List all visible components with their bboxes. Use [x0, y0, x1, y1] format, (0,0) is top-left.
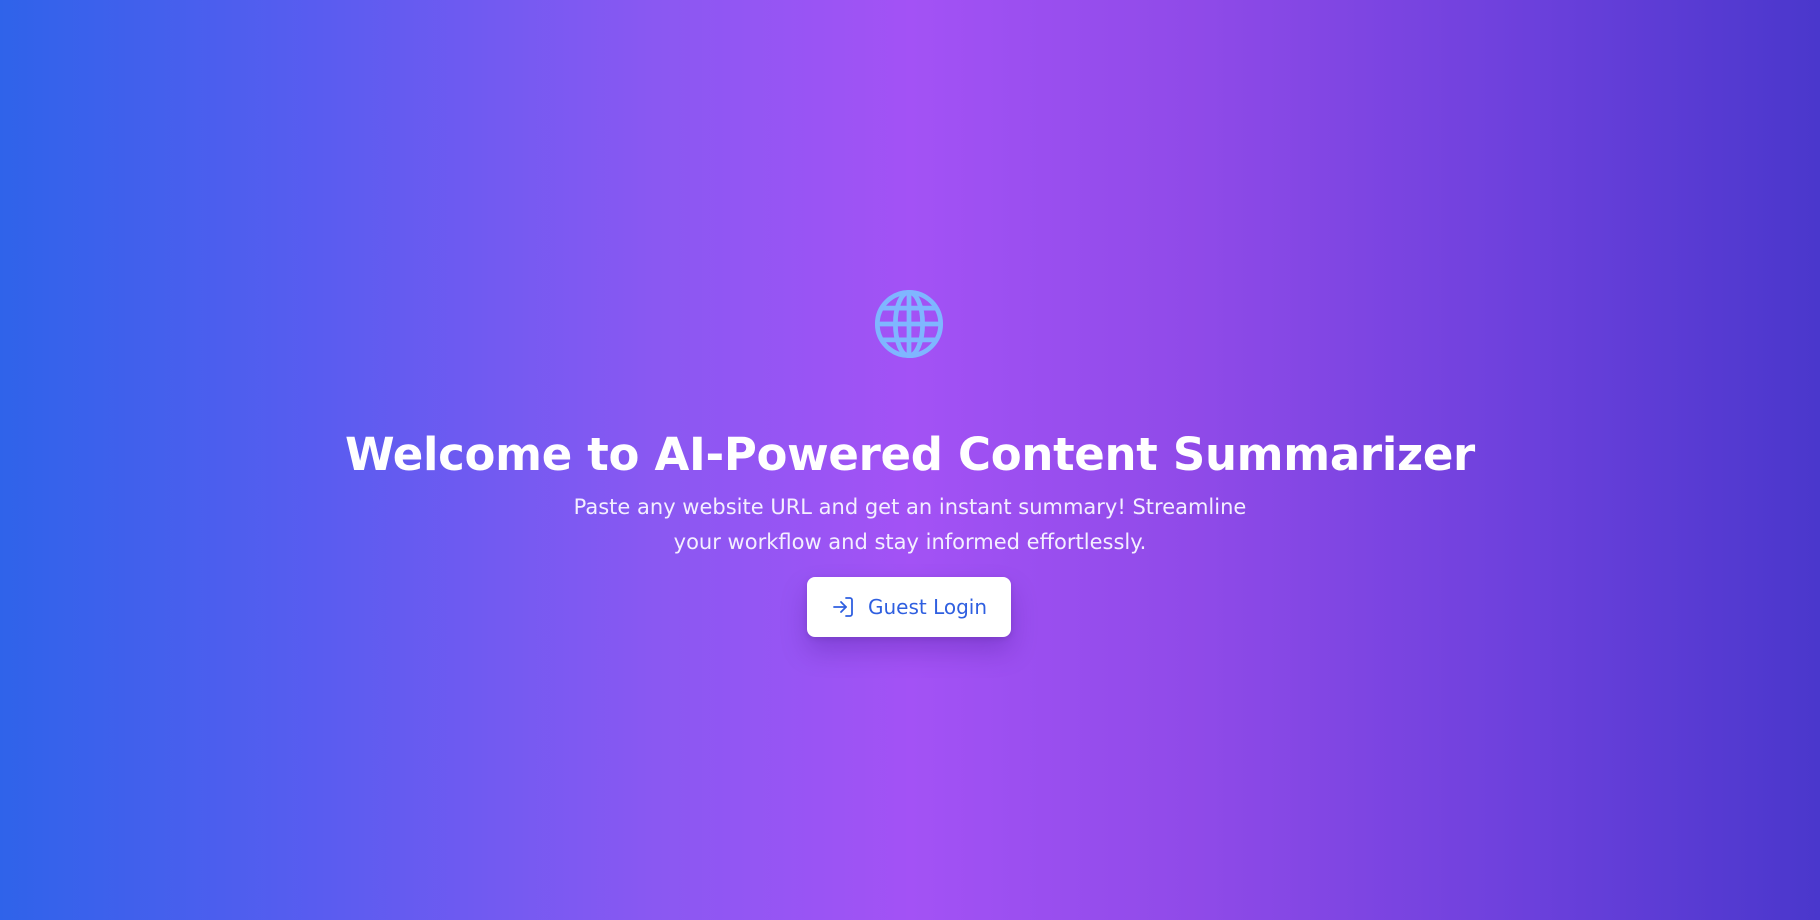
welcome-hero: Welcome to AI-Powered Content Summarizer… — [0, 0, 1820, 920]
login-icon — [831, 595, 855, 619]
guest-login-label: Guest Login — [867, 595, 988, 619]
guest-login-button[interactable]: Guest Login — [807, 577, 1011, 637]
globe-icon — [871, 286, 947, 362]
page-title: Welcome to AI-Powered Content Summarizer — [345, 428, 1475, 482]
page-subtitle: Paste any website URL and get an instant… — [573, 495, 1247, 554]
